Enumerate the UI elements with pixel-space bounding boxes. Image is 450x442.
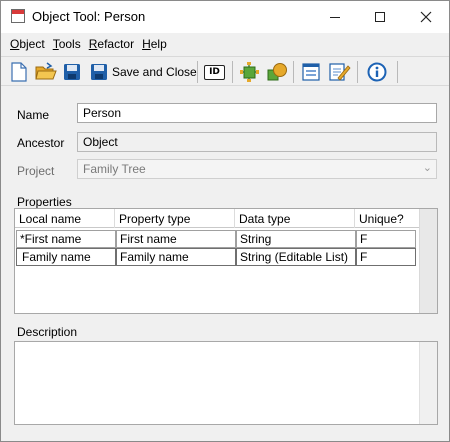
- open-button[interactable]: [35, 61, 57, 83]
- description-text: [15, 342, 437, 348]
- table-scrollbar[interactable]: [419, 209, 437, 313]
- description-textarea[interactable]: [14, 341, 438, 425]
- form-dialog-icon: [302, 63, 320, 81]
- cell-local-name[interactable]: Family name: [16, 248, 116, 266]
- save-and-close-label: Save and Close: [112, 65, 197, 79]
- column-header-local-name[interactable]: Local name: [19, 212, 81, 226]
- toolbar-separator: [357, 61, 358, 83]
- shapes-button[interactable]: [266, 61, 288, 83]
- column-header-data-type[interactable]: Data type: [239, 212, 290, 226]
- cell-data-type[interactable]: String: [236, 230, 356, 248]
- properties-table-header: Local name Property type Data type Uniqu…: [15, 209, 419, 228]
- floppy-disk-icon: [64, 64, 80, 80]
- cell-data-type[interactable]: String (Editable List): [236, 248, 356, 266]
- minimize-button[interactable]: [313, 1, 357, 33]
- toolbar-separator: [232, 61, 233, 83]
- ancestor-field: Object: [77, 132, 437, 152]
- menu-object-accel: O: [10, 37, 20, 51]
- menu-help-accel: H: [142, 37, 151, 51]
- column-divider[interactable]: [354, 209, 355, 228]
- menu-tools[interactable]: Tools: [50, 37, 84, 51]
- menu-bar: Object Tools Refactor Help: [1, 34, 449, 54]
- app-window-icon: [11, 9, 25, 23]
- close-button[interactable]: [404, 1, 448, 33]
- column-divider[interactable]: [234, 209, 235, 228]
- title-bar: Object Tool: Person: [1, 1, 449, 33]
- maximize-button[interactable]: [358, 1, 402, 33]
- close-icon: [420, 11, 432, 23]
- edit-pencil-icon: [329, 63, 351, 81]
- cell-property-type[interactable]: Family name: [116, 248, 236, 266]
- new-button[interactable]: [10, 61, 28, 83]
- info-button[interactable]: [367, 61, 387, 83]
- window-title: Object Tool: Person: [32, 9, 146, 24]
- name-label: Name: [17, 108, 50, 122]
- toolbar-separator: [293, 61, 294, 83]
- name-input[interactable]: Person: [77, 103, 437, 123]
- new-document-icon: [11, 62, 27, 82]
- id-badge-text: ID: [209, 67, 220, 77]
- menu-refactor-label: efactor: [97, 37, 135, 51]
- minimize-icon: [330, 16, 340, 18]
- project-value: Family Tree: [83, 162, 146, 176]
- column-divider[interactable]: [114, 209, 115, 228]
- ancestor-label: Ancestor: [17, 136, 65, 150]
- id-button[interactable]: ID: [204, 61, 225, 83]
- project-label: Project: [17, 164, 55, 178]
- column-header-property-type[interactable]: Property type: [119, 212, 190, 226]
- description-section-label: Description: [17, 325, 78, 339]
- properties-button[interactable]: [239, 61, 261, 83]
- green-cube-icon: [240, 62, 259, 82]
- object-tool-window: Object Tool: Person Object Tools Refacto…: [0, 0, 450, 442]
- shapes-icon: [267, 63, 287, 81]
- cell-property-type[interactable]: First name: [116, 230, 236, 248]
- properties-table: Local name Property type Data type Uniqu…: [14, 208, 438, 314]
- project-select: Family Tree ⌄: [77, 159, 437, 179]
- cell-local-name[interactable]: *First name: [16, 230, 116, 248]
- cell-unique[interactable]: F: [356, 230, 416, 248]
- description-scrollbar[interactable]: [419, 342, 437, 424]
- properties-section-label: Properties: [17, 195, 72, 209]
- column-header-unique[interactable]: Unique?: [359, 212, 404, 226]
- table-row[interactable]: Family name Family name String (Editable…: [16, 248, 416, 266]
- menu-refactor[interactable]: Refactor: [86, 37, 137, 51]
- info-icon: [367, 62, 387, 82]
- menu-tools-label: ools: [58, 37, 81, 51]
- menu-object-label: bject: [19, 37, 45, 51]
- save-button[interactable]: [63, 61, 81, 83]
- menu-object[interactable]: Object: [7, 37, 48, 51]
- toolbar: Save and Close ID: [1, 56, 449, 86]
- menu-help[interactable]: Help: [139, 37, 170, 51]
- edit-button[interactable]: [329, 61, 351, 83]
- open-folder-icon: [35, 62, 57, 80]
- save-close-floppy-icon: [91, 64, 107, 80]
- table-row[interactable]: *First name First name String F: [16, 230, 416, 248]
- save-and-close-button[interactable]: Save and Close: [90, 61, 197, 83]
- chevron-down-icon: ⌄: [422, 162, 432, 174]
- menu-help-label: elp: [150, 37, 167, 51]
- toolbar-separator: [397, 61, 398, 83]
- cell-unique[interactable]: F: [356, 248, 416, 266]
- form-button[interactable]: [302, 61, 320, 83]
- id-badge-icon: ID: [204, 64, 225, 80]
- toolbar-separator: [197, 61, 198, 83]
- maximize-icon: [375, 12, 385, 22]
